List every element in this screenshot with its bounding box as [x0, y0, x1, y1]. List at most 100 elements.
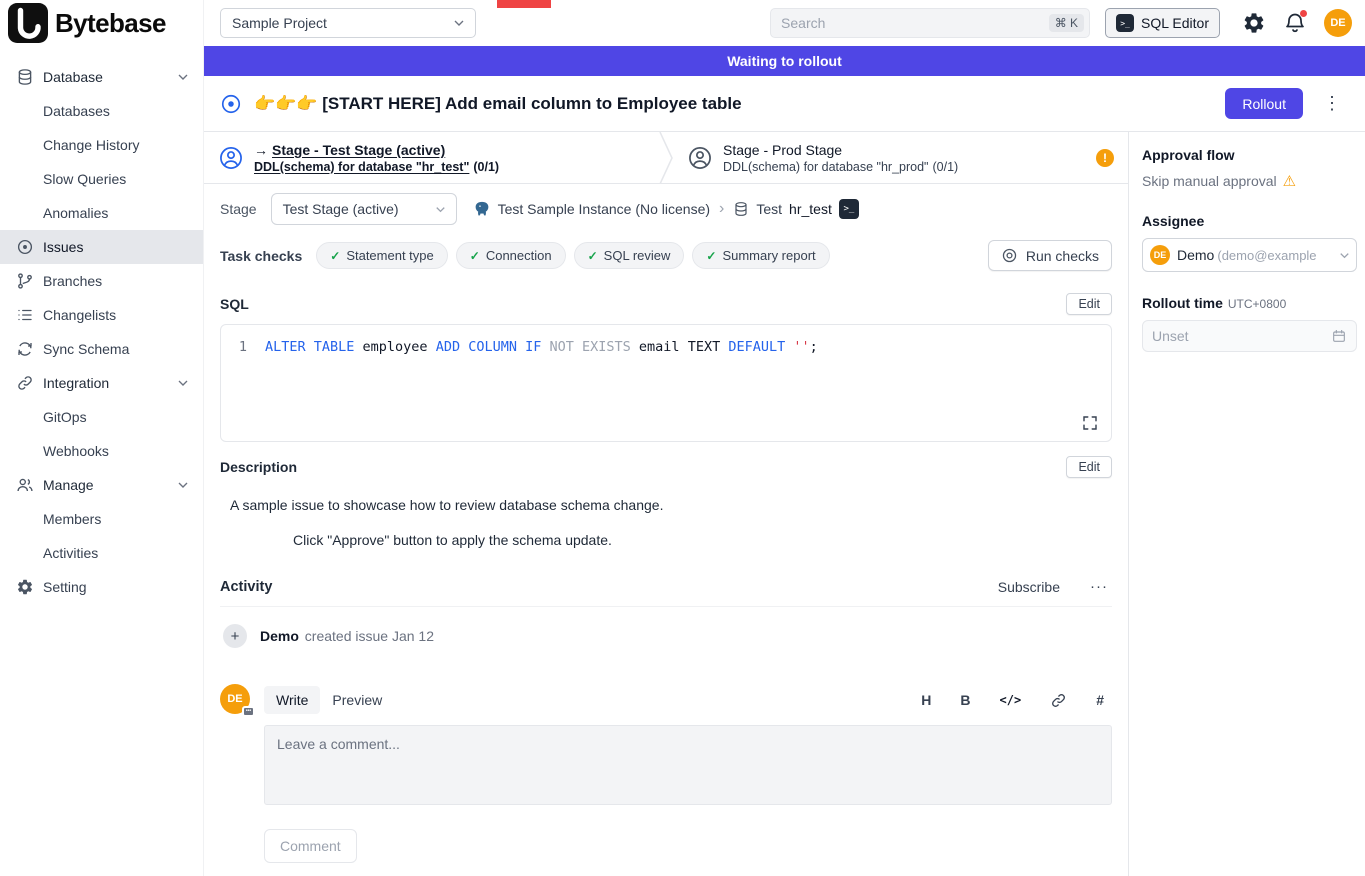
sidebar-item-webhooks[interactable]: Webhooks: [0, 434, 203, 468]
app-window: Bytebase Database Databases Change Histo…: [0, 0, 1365, 876]
code-icon[interactable]: </>: [1000, 693, 1022, 707]
bold-icon[interactable]: B: [960, 692, 970, 708]
sql-code-editor[interactable]: 1 ALTER TABLE employee ADD COLUMN IF NOT…: [220, 324, 1112, 442]
sidebar-item-label: Database: [43, 69, 103, 85]
description-edit-button[interactable]: Edit: [1066, 456, 1112, 478]
sidebar-item-anomalies[interactable]: Anomalies: [0, 196, 203, 230]
database-icon: [733, 201, 749, 217]
sidebar-item-databases[interactable]: Databases: [0, 94, 203, 128]
activity-user: Demo: [260, 628, 299, 644]
stage-pipeline: →Stage - Test Stage (active) DDL(schema)…: [204, 132, 1128, 184]
database-breadcrumb: Test Sample Instance (No license) › Test…: [473, 199, 859, 219]
stage-card-test[interactable]: →Stage - Test Stage (active) DDL(schema)…: [204, 132, 659, 183]
assignee-email: (demo@example: [1217, 248, 1337, 263]
stage-select[interactable]: Test Stage (active): [271, 193, 457, 225]
comment-input[interactable]: [264, 725, 1112, 805]
bell-icon[interactable]: [1283, 11, 1307, 35]
project-select[interactable]: Sample Project: [220, 8, 476, 38]
calendar-icon: [1331, 328, 1347, 344]
sidebar-item-issues[interactable]: Issues: [0, 230, 203, 264]
sidebar-item-integration[interactable]: Integration: [0, 366, 203, 400]
task-check-statement-type[interactable]: ✓Statement type: [316, 242, 448, 269]
expand-icon[interactable]: [1081, 414, 1099, 432]
current-stage-arrow-icon: →: [254, 142, 268, 158]
chevron-down-icon: [433, 202, 448, 217]
stage-card-prod[interactable]: Stage - Prod Stage DDL(schema) for datab…: [673, 132, 1128, 183]
format-toolbar: H B </> #: [921, 692, 1112, 709]
sync-icon: [16, 340, 34, 358]
main-content: →Stage - Test Stage (active) DDL(schema)…: [204, 132, 1128, 876]
user-avatar[interactable]: DE: [1324, 9, 1352, 37]
comment-bubble-icon: •••: [242, 706, 255, 717]
stage-progress: (0/1): [473, 160, 499, 174]
sidebar-item-database[interactable]: Database: [0, 60, 203, 94]
run-checks-icon: [1001, 247, 1018, 264]
sql-editor-button[interactable]: >_ SQL Editor: [1105, 8, 1220, 38]
description-text: Click "Approve" button to apply the sche…: [293, 532, 1112, 548]
sidebar-item-activities[interactable]: Activities: [0, 536, 203, 570]
brand-logo[interactable]: Bytebase: [0, 0, 203, 46]
assignee-avatar: DE: [1150, 245, 1170, 265]
sidebar-item-branches[interactable]: Branches: [0, 264, 203, 298]
database-name[interactable]: hr_test: [789, 201, 832, 217]
comment-button[interactable]: Comment: [264, 829, 357, 863]
chevron-down-icon: [175, 477, 191, 493]
sql-editor-label: SQL Editor: [1141, 15, 1209, 31]
activity-label: Activity: [220, 579, 272, 595]
sql-token: '': [793, 339, 809, 355]
sql-token: NOT EXISTS: [550, 339, 631, 355]
instance-name[interactable]: Test Sample Instance (No license): [498, 201, 710, 217]
run-checks-button[interactable]: Run checks: [988, 240, 1112, 271]
sql-token: [541, 339, 549, 355]
issue-header: 👉👉👉 [START HERE] Add email column to Emp…: [204, 76, 1365, 132]
chevron-down-icon: [175, 375, 191, 391]
sql-token: ALTER TABLE: [265, 339, 354, 355]
sidebar-item-members[interactable]: Members: [0, 502, 203, 536]
chevron-down-icon: [1337, 248, 1352, 263]
issue-side-panel: Approval flow Skip manual approval ⚠ Ass…: [1128, 132, 1365, 876]
rollout-time-input[interactable]: Unset: [1142, 320, 1357, 352]
rollout-button[interactable]: Rollout: [1225, 88, 1303, 119]
task-check-sql-review[interactable]: ✓SQL review: [574, 242, 685, 269]
sidebar-item-sync-schema[interactable]: Sync Schema: [0, 332, 203, 366]
check-icon: ✓: [706, 249, 716, 263]
sql-token: employee: [354, 339, 435, 355]
sidebar-item-setting[interactable]: Setting: [0, 570, 203, 604]
link-icon[interactable]: [1050, 692, 1067, 709]
line-number: 1: [221, 337, 265, 357]
stage-selector-row: Stage Test Stage (active) Test Sample In…: [204, 184, 1128, 234]
hash-icon[interactable]: #: [1096, 692, 1104, 708]
tab-write[interactable]: Write: [264, 686, 320, 714]
sql-token: IF: [525, 339, 541, 355]
subscribe-button[interactable]: Subscribe: [998, 579, 1060, 595]
heading-icon[interactable]: H: [921, 692, 931, 708]
sidebar-item-slow-queries[interactable]: Slow Queries: [0, 162, 203, 196]
environment-name[interactable]: Test: [756, 201, 782, 217]
sidebar-item-gitops[interactable]: GitOps: [0, 400, 203, 434]
task-check-connection[interactable]: ✓Connection: [456, 242, 566, 269]
assignee-select[interactable]: DE Demo (demo@example: [1142, 238, 1357, 272]
task-check-summary-report[interactable]: ✓Summary report: [692, 242, 829, 269]
gear-icon: [16, 578, 34, 596]
stage-title: →Stage - Test Stage (active): [254, 142, 499, 158]
search-input[interactable]: [781, 15, 1049, 31]
tab-preview[interactable]: Preview: [320, 686, 394, 714]
sidebar-item-change-history[interactable]: Change History: [0, 128, 203, 162]
plus-icon: +: [223, 624, 247, 648]
search-box[interactable]: ⌘ K: [770, 8, 1090, 38]
warning-triangle-icon: ⚠: [1283, 172, 1296, 190]
activity-menu-icon[interactable]: ···: [1086, 578, 1112, 595]
open-sql-editor-icon[interactable]: >_: [839, 199, 859, 219]
sql-edit-button[interactable]: Edit: [1066, 293, 1112, 315]
more-menu-icon[interactable]: ⋮: [1315, 93, 1349, 114]
rollout-time-label: Rollout timeUTC+0800: [1142, 295, 1357, 311]
rollout-timezone: UTC+0800: [1228, 297, 1286, 311]
sidebar-item-manage[interactable]: Manage: [0, 468, 203, 502]
sidebar-item-changelists[interactable]: Changelists: [0, 298, 203, 332]
assignee-name: Demo: [1177, 247, 1214, 263]
issues-icon: [16, 238, 34, 256]
changelist-icon: [16, 306, 34, 324]
gear-icon[interactable]: [1242, 11, 1266, 35]
brand-name: Bytebase: [55, 8, 166, 39]
rollout-time-value: Unset: [1152, 328, 1189, 344]
